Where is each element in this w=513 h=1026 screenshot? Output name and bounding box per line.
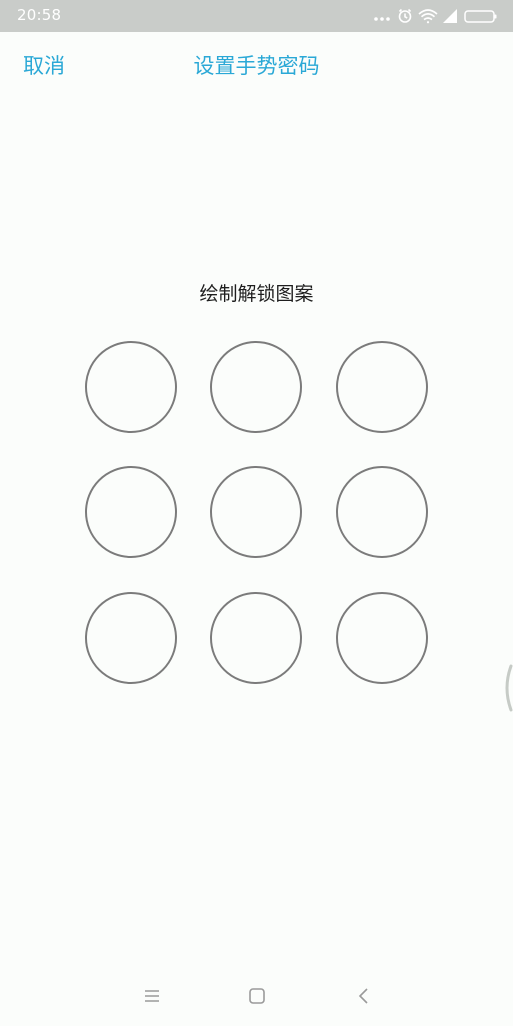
page-title: 设置手势密码: [193, 54, 320, 78]
pattern-dot-7[interactable]: [85, 592, 177, 684]
pattern-dot-2[interactable]: [210, 341, 302, 433]
menu-button[interactable]: [122, 966, 182, 1026]
pattern-dot-6[interactable]: [336, 466, 428, 558]
pattern-dot-3[interactable]: [336, 341, 428, 433]
battery-icon: [464, 10, 497, 23]
pattern-dot-8[interactable]: [210, 592, 302, 684]
back-icon: [358, 988, 368, 1004]
status-time: 20:58: [17, 6, 62, 24]
menu-icon: [145, 990, 159, 1002]
navigation-bar: [0, 966, 513, 1026]
back-button[interactable]: [334, 966, 394, 1026]
wifi-icon: [418, 9, 438, 24]
signal-icon: [443, 9, 457, 23]
pattern-dot-4[interactable]: [85, 466, 177, 558]
edge-handle[interactable]: [500, 664, 513, 712]
pattern-dot-1[interactable]: [85, 341, 177, 433]
dots-icon: [374, 17, 390, 21]
pattern-dot-9[interactable]: [336, 592, 428, 684]
home-icon: [249, 988, 265, 1004]
home-button[interactable]: [227, 966, 287, 1026]
status-icons: [373, 7, 499, 25]
pattern-instruction: 绘制解锁图案: [199, 283, 314, 305]
status-bar: 20:58: [0, 0, 513, 32]
cancel-button[interactable]: 取消: [23, 50, 65, 80]
pattern-dot-5[interactable]: [210, 466, 302, 558]
alarm-icon: [398, 8, 412, 23]
pattern-grid[interactable]: [0, 0, 513, 1026]
screen: 20:58 取消 设置手势密码 绘制解锁图案: [0, 0, 513, 1026]
